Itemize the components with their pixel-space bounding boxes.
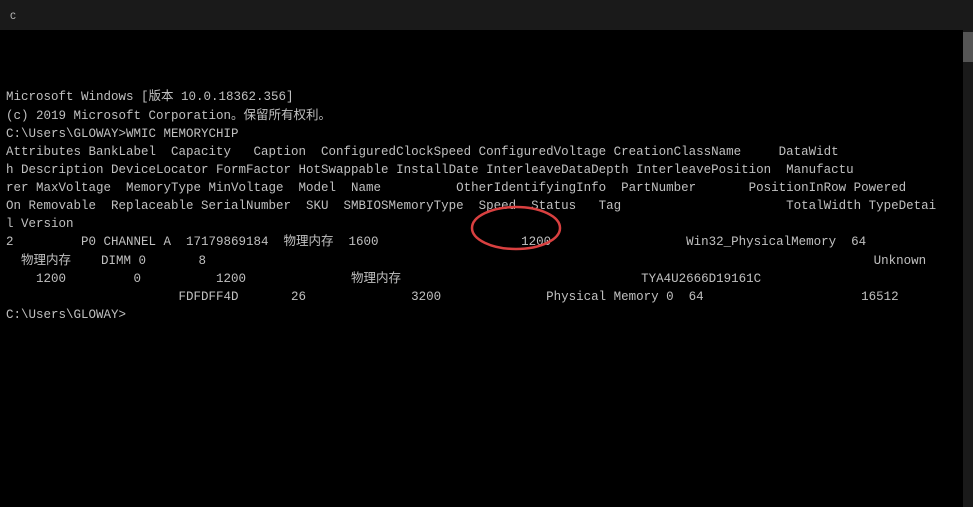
cmd-icon: C [8,7,24,23]
title-bar: C [0,0,973,30]
console-line: On Removable Replaceable SerialNumber SK… [6,197,967,215]
close-button[interactable] [919,0,965,30]
console-line: FDFDFF4D 26 3200 Physical Memory 0 64 16… [6,288,967,306]
maximize-button[interactable] [873,0,919,30]
console-line: rer MaxVoltage MemoryType MinVoltage Mod… [6,179,967,197]
console-line: h Description DeviceLocator FormFactor H… [6,161,967,179]
console-output[interactable]: Microsoft Windows [版本 10.0.18362.356](c)… [0,30,973,507]
console-line: l Version [6,215,967,233]
console-line: 1200 0 1200 物理内存 TYA4U2666D19161C [6,270,967,288]
scrollbar-thumb[interactable] [963,32,973,62]
console-line: Microsoft Windows [版本 10.0.18362.356] [6,88,967,106]
console-line: C:\Users\GLOWAY> [6,306,967,324]
console-line: Attributes BankLabel Capacity Caption Co… [6,143,967,161]
svg-text:C: C [10,12,16,22]
console-line: 物理内存 DIMM 0 8 Unknown [6,252,967,270]
scrollbar[interactable] [963,30,973,507]
console-line: C:\Users\GLOWAY>WMIC MEMORYCHIP [6,125,967,143]
cmd-window: C Microsoft Windows [版本 10.0.18362.356](… [0,0,973,507]
console-line: (c) 2019 Microsoft Corporation。保留所有权利。 [6,107,967,125]
console-line: 2 P0 CHANNEL A 17179869184 物理内存 1600 120… [6,233,967,251]
minimize-button[interactable] [827,0,873,30]
title-bar-left: C [8,7,30,23]
title-bar-controls [827,0,965,30]
